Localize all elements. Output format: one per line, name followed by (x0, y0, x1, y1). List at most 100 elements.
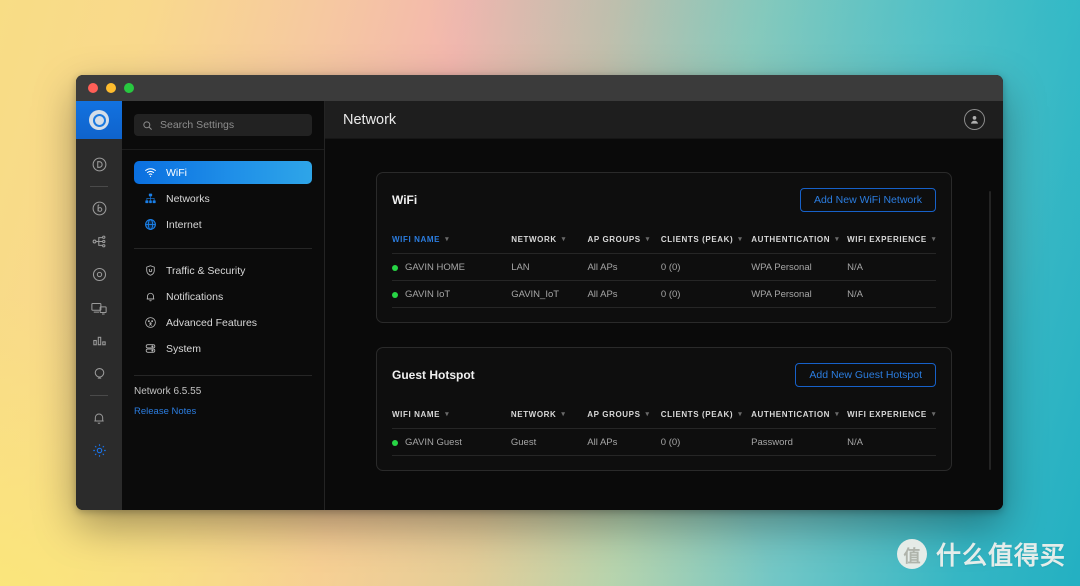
app-icon-rail (76, 101, 122, 510)
rail-item-settings[interactable] (76, 434, 122, 467)
status-dot-online (392, 439, 398, 446)
sidebar-item-wifi[interactable]: WiFi (134, 161, 312, 184)
guest-table: WIFI NAME ▾ NETWORK ▾ AP GROUPS ▾ CLIENTS (… (392, 410, 936, 456)
column-header-clients-peak[interactable]: CLIENTS (PEAK) ▾ (661, 410, 751, 429)
rail-divider-lower (90, 395, 108, 396)
cell-network: GAVIN_IoT (511, 280, 588, 308)
page-title: Network (343, 111, 397, 128)
release-notes-link[interactable]: Release Notes (134, 406, 312, 417)
col-label: AUTHENTICATION (751, 410, 831, 419)
column-header-wifi-experience[interactable]: WIFI EXPERIENCE ▾ (847, 410, 936, 429)
wifi-card-title: WiFi (392, 193, 418, 207)
watermark-badge-icon: 值 (896, 539, 927, 569)
col-label: AUTHENTICATION (751, 235, 831, 244)
bar-chart-icon (92, 336, 106, 346)
chevron-down-icon: ▾ (835, 236, 840, 243)
table-row[interactable]: GAVIN Guest Guest All APs 0 (0) Password… (392, 428, 936, 456)
rail-item-dashboard[interactable] (76, 148, 122, 181)
wifi-name-text: GAVIN Guest (405, 437, 462, 448)
unifi-logo-icon[interactable] (76, 101, 122, 139)
column-header-ap-groups[interactable]: AP GROUPS ▾ (587, 410, 661, 429)
guest-hotspot-card: Guest Hotspot Add New Guest Hotspot WIFI… (376, 347, 952, 471)
col-label: WIFI NAME (392, 410, 441, 419)
sidebar-item-system[interactable]: System (134, 337, 312, 360)
chevron-down-icon: ▾ (445, 236, 450, 243)
column-header-authentication[interactable]: AUTHENTICATION ▾ (751, 410, 847, 429)
rail-item-clients[interactable] (76, 291, 122, 324)
sidebar-item-label: Advanced Features (166, 316, 258, 329)
search-input[interactable] (160, 119, 304, 131)
sidebar-item-internet[interactable]: Internet (134, 213, 312, 236)
chevron-down-icon: ▾ (931, 236, 936, 243)
wifi-table-head: WIFI NAME ▾ NETWORK ▾ AP GROUPS ▾ CLIENTS (… (392, 235, 936, 254)
table-header-row: WIFI NAME ▾ NETWORK ▾ AP GROUPS ▾ CLIENTS (… (392, 235, 936, 254)
sidebar-item-notifications[interactable]: Notifications (134, 285, 312, 308)
wifi-card: WiFi Add New WiFi Network WIFI NAME ▾ NET… (376, 172, 952, 323)
cell-ap-groups: All APs (587, 280, 661, 308)
window-titlebar[interactable] (76, 75, 1003, 101)
col-label: WIFI NAME (392, 235, 441, 244)
window-maximize-button[interactable] (124, 83, 134, 93)
sidebar-item-networks[interactable]: Networks (134, 187, 312, 210)
column-header-authentication[interactable]: AUTHENTICATION ▾ (751, 235, 847, 254)
watermark: 值 什么值得买 (896, 536, 1066, 572)
rail-item-innovation[interactable] (76, 357, 122, 390)
cell-authentication: Password (751, 428, 848, 456)
main-scroll-area[interactable]: WiFi Add New WiFi Network WIFI NAME ▾ NET… (325, 139, 1003, 510)
app-window: WiFi Networks (76, 75, 1003, 510)
sidebar-item-label: Networks (166, 192, 210, 205)
rail-item-notifications[interactable] (76, 401, 122, 434)
cell-authentication: WPA Personal (751, 280, 848, 308)
bell-icon (143, 290, 157, 303)
search-settings-container (122, 101, 324, 150)
add-new-wifi-network-button[interactable]: Add New WiFi Network (800, 188, 936, 212)
table-header-row: WIFI NAME ▾ NETWORK ▾ AP GROUPS ▾ CLIENTS (… (392, 410, 936, 429)
sidebar-footer: Network 6.5.55 Release Notes (122, 386, 324, 417)
circle-d-icon (92, 157, 106, 172)
window-minimize-button[interactable] (106, 83, 116, 93)
column-header-ap-groups[interactable]: AP GROUPS ▾ (587, 235, 660, 254)
rail-item-devices[interactable] (76, 258, 122, 291)
main-topbar: Network (325, 101, 1003, 139)
user-avatar-icon[interactable] (964, 109, 985, 130)
sidebar-item-traffic-security[interactable]: Traffic & Security (134, 259, 312, 282)
window-close-button[interactable] (88, 83, 98, 93)
bell-icon (94, 413, 104, 424)
settings-nav-panel: WiFi Networks (122, 101, 325, 510)
main-content: Network WiFi Add New WiFi Network WIFI N… (325, 101, 1003, 510)
cell-clients: 0 (0) (660, 280, 752, 308)
advanced-features-icon (143, 316, 157, 329)
sidebar-item-advanced-features[interactable]: Advanced Features (134, 311, 312, 334)
sidebar-item-label: Traffic & Security (166, 264, 246, 277)
internet-globe-icon (143, 218, 157, 231)
window-body: WiFi Networks (76, 101, 1003, 510)
col-label: NETWORK (511, 235, 557, 244)
shield-icon (143, 264, 157, 277)
add-new-guest-hotspot-button[interactable]: Add New Guest Hotspot (795, 363, 936, 387)
search-settings-field[interactable] (134, 114, 312, 136)
table-row[interactable]: GAVIN HOME LAN All APs 0 (0) WPA Persona… (392, 253, 936, 281)
col-label: NETWORK (510, 410, 557, 419)
rail-item-insights[interactable] (76, 324, 122, 357)
cell-wifi-experience: N/A (847, 280, 936, 308)
column-header-clients-peak[interactable]: CLIENTS (PEAK) ▾ (661, 235, 751, 254)
vertical-scrollbar[interactable] (989, 191, 991, 470)
wifi-name-text: GAVIN IoT (405, 289, 451, 300)
chevron-down-icon: ▾ (561, 236, 566, 243)
column-header-wifi-experience[interactable]: WIFI EXPERIENCE ▾ (847, 235, 936, 254)
cell-wifi-experience: N/A (847, 428, 936, 456)
col-label: WIFI EXPERIENCE (847, 410, 927, 419)
column-header-network[interactable]: NETWORK ▾ (511, 235, 587, 254)
cell-wifi-name: GAVIN IoT (392, 280, 512, 308)
rail-item-protect[interactable] (76, 192, 122, 225)
table-row[interactable]: GAVIN IoT GAVIN_IoT All APs 0 (0) WPA Pe… (392, 280, 936, 308)
gear-icon (92, 444, 106, 457)
column-header-network[interactable]: NETWORK ▾ (511, 410, 587, 429)
rail-item-topology[interactable] (76, 225, 122, 258)
rail-divider (90, 186, 108, 187)
networks-icon (143, 192, 157, 205)
column-header-wifi-name[interactable]: WIFI NAME ▾ (392, 410, 511, 429)
chevron-down-icon: ▾ (931, 411, 936, 418)
column-header-wifi-name[interactable]: WIFI NAME ▾ (392, 235, 511, 254)
cell-network: LAN (511, 253, 588, 281)
